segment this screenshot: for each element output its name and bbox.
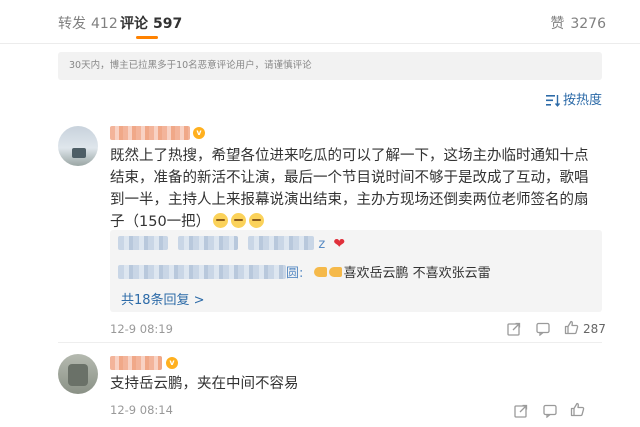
reply-text: 喜欢岳云鹏 不喜欢张云雷 (343, 266, 491, 281)
likes-total-count: 3276 (570, 16, 606, 32)
reply-item: 圆: 喜欢岳云鹏 不喜欢张云雷 (118, 262, 491, 281)
thumbs-up-icon (570, 402, 585, 421)
sort-icon (545, 94, 561, 111)
share-icon[interactable] (514, 403, 528, 422)
like-count: 287 (583, 322, 606, 336)
tab-repost[interactable]: 转发 412 (58, 13, 118, 33)
like-button[interactable] (570, 402, 585, 421)
comment-icon[interactable] (536, 321, 550, 340)
comment-body: 既然上了热搜，希望各位进来吃瓜的可以了解一下，这场主办临时通知十点结束，准备的新… (110, 148, 589, 230)
emoji-icon (249, 213, 265, 228)
thumbs-up-icon (564, 320, 579, 338)
avatar[interactable] (58, 354, 98, 394)
likes-total[interactable]: 赞 3276 (550, 13, 606, 33)
comment-timestamp: 12-9 08:19 (110, 322, 173, 336)
tab-repost-label: 转发 (58, 16, 86, 32)
sort-by-hot-button[interactable]: 按热度 (545, 89, 602, 111)
share-icon[interactable] (507, 321, 521, 340)
view-all-replies-link[interactable]: 共18条回复 > (121, 289, 205, 308)
pointing-hand-icon (328, 267, 342, 277)
sort-label: 按热度 (562, 93, 602, 108)
user-badge-icon: v (193, 127, 205, 139)
comment-timestamp: 12-9 08:14 (110, 403, 173, 417)
tab-comments[interactable]: 评论 597 (120, 13, 182, 33)
reply-preview-box: z ❤ 圆: 喜欢岳云鹏 不喜欢张云雷 共18条回复 > (110, 230, 602, 312)
tab-comments-count: 597 (153, 16, 183, 32)
tab-repost-count: 412 (91, 16, 118, 32)
comment-body: 支持岳云鹏，夹在中间不容易 (110, 376, 299, 392)
username-redacted[interactable] (110, 126, 190, 140)
comment-icon[interactable] (543, 403, 557, 422)
reply-item: z ❤ (118, 236, 345, 252)
reply-username-redacted[interactable] (118, 265, 286, 279)
avatar[interactable] (58, 126, 98, 166)
pointing-hand-icon (313, 267, 327, 277)
reply-username-redacted[interactable] (178, 236, 239, 250)
emoji-icon (213, 213, 229, 228)
reply-username-redacted[interactable] (248, 236, 315, 250)
reply-username-suffix[interactable]: z (318, 237, 325, 252)
likes-total-label: 赞 (550, 16, 565, 32)
comment-text: 既然上了热搜，希望各位进来吃瓜的可以了解一下，这场主办临时通知十点结束，准备的新… (110, 145, 602, 233)
comment-divider (58, 342, 602, 343)
username-redacted[interactable] (110, 356, 162, 370)
reply-username-redacted[interactable] (118, 236, 168, 250)
reply-username-suffix[interactable]: 圆: (286, 266, 303, 281)
like-button[interactable]: 287 (564, 320, 606, 338)
tab-comments-label: 评论 (120, 16, 148, 32)
active-tab-indicator (136, 36, 158, 39)
heart-icon: ❤ (333, 236, 346, 252)
comment-tab-bar: 转发 412 评论 597 赞 3276 (0, 0, 640, 44)
comment-notice: 30天内，博主已拉黑多于10名恶意评论用户，请谨慎评论 (58, 52, 602, 80)
user-badge-icon: v (166, 357, 178, 369)
emoji-icon (231, 213, 247, 228)
